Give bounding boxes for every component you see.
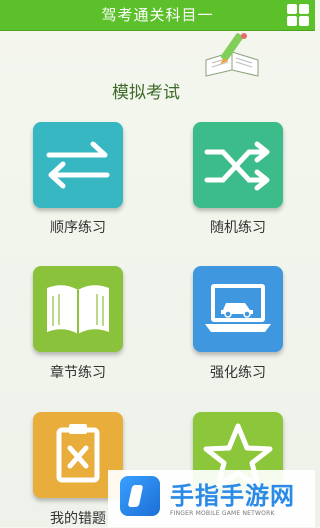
hand-logo-finger bbox=[127, 485, 144, 507]
hand-logo-icon bbox=[120, 476, 160, 516]
laptop-car-icon bbox=[205, 284, 271, 332]
app-header: 驾考通关科目一 bbox=[0, 0, 315, 31]
intensive-practice-button[interactable] bbox=[193, 266, 283, 352]
sequential-practice-label: 顺序练习 bbox=[50, 220, 106, 236]
grid-icon-cell bbox=[299, 16, 309, 26]
random-practice-label: 随机练习 bbox=[210, 220, 266, 236]
chapter-practice-button[interactable] bbox=[33, 266, 123, 352]
pen-book-icon bbox=[205, 33, 259, 77]
grid-icon bbox=[287, 4, 297, 14]
mock-exam-banner[interactable]: 模拟考试 bbox=[0, 30, 315, 103]
grid-menu-button[interactable] bbox=[287, 4, 309, 26]
chapter-practice-label: 章节练习 bbox=[50, 365, 106, 381]
grid-icon-cell bbox=[287, 16, 297, 26]
watermark-subtitle: FINGER MOBILE GAME NETWORK bbox=[170, 510, 275, 517]
grid-icon-cell bbox=[299, 4, 309, 14]
sequential-practice-button[interactable] bbox=[33, 122, 123, 208]
app-title: 驾考通关科目一 bbox=[101, 6, 214, 24]
random-practice-button[interactable] bbox=[193, 122, 283, 208]
shuffle-icon bbox=[204, 141, 270, 191]
open-book-icon bbox=[47, 285, 109, 334]
watermark-overlay: 手指手游网 FINGER MOBILE GAME NETWORK bbox=[108, 470, 315, 527]
intensive-practice-label: 强化练习 bbox=[210, 365, 266, 381]
mock-exam-label: 模拟考试 bbox=[112, 83, 180, 103]
arrows-swap-icon bbox=[46, 141, 110, 189]
watermark-title: 手指手游网 bbox=[170, 482, 295, 510]
